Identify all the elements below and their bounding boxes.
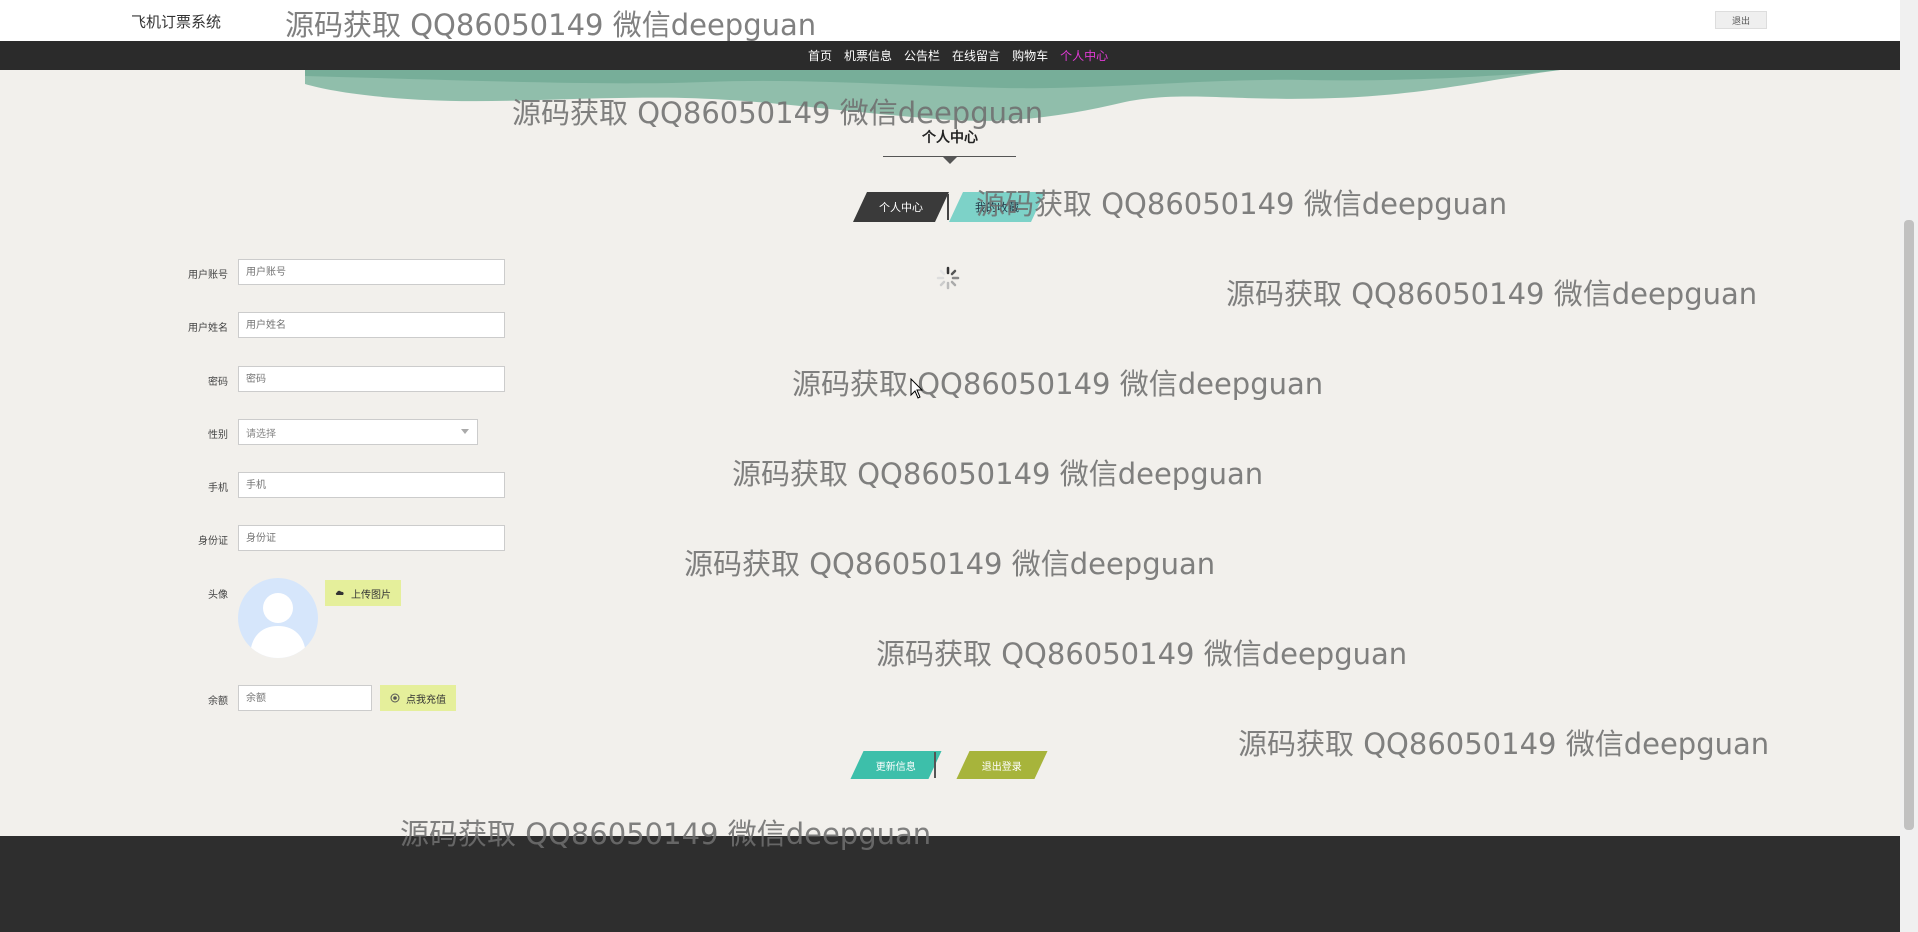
chevron-down-icon: [461, 429, 469, 434]
upload-image-label: 上传图片: [351, 589, 391, 601]
account-input[interactable]: [238, 259, 505, 285]
gender-select-value: 请选择: [246, 428, 276, 440]
tab-profile-label: 个人中心: [879, 201, 923, 214]
recharge-button[interactable]: 点我充值: [380, 685, 456, 711]
watermark: 源码获取 QQ86050149 微信deepguan: [400, 817, 932, 851]
gender-select[interactable]: 请选择: [238, 419, 478, 445]
nav-item-profile[interactable]: 个人中心: [1060, 47, 1108, 64]
update-info-button[interactable]: 更新信息: [850, 751, 942, 779]
gender-label: 性别: [208, 430, 228, 441]
watermark: 源码获取 QQ86050149 微信deepguan: [1226, 277, 1758, 311]
nav-item-messages[interactable]: 在线留言: [952, 47, 1000, 64]
balance-label: 余额: [208, 696, 228, 707]
avatar: [238, 578, 318, 658]
section-caret-icon: [942, 156, 958, 164]
watermark: 源码获取 QQ86050149 微信deepguan: [1238, 727, 1770, 761]
scrollbar-thumb[interactable]: [1904, 220, 1914, 830]
action-separator: [934, 752, 936, 778]
loading-spinner-icon: [936, 266, 960, 290]
tab-profile[interactable]: 个人中心: [853, 192, 949, 222]
password-label: 密码: [208, 377, 228, 388]
watermark: 源码获取 QQ86050149 微信deepguan: [512, 96, 1044, 130]
nav-item-cart[interactable]: 购物车: [1012, 47, 1048, 64]
mouse-cursor-icon: [910, 378, 924, 399]
nav-item-notices[interactable]: 公告栏: [904, 47, 940, 64]
cloud-upload-icon: [335, 590, 344, 595]
upload-image-button[interactable]: 上传图片: [325, 580, 401, 606]
footer: [0, 836, 1900, 932]
site-title: 飞机订票系统: [131, 13, 222, 31]
watermark: 源码获取 QQ86050149 微信deepguan: [732, 457, 1264, 491]
logout-label: 退出登录: [982, 761, 1022, 773]
tab-separator: [947, 194, 949, 220]
update-info-label: 更新信息: [876, 761, 916, 773]
watermark: 源码获取 QQ86050149 微信deepguan: [976, 187, 1508, 221]
recharge-label: 点我充值: [406, 694, 446, 706]
watermark: 源码获取 QQ86050149 微信deepguan: [792, 367, 1324, 401]
logout-button-top[interactable]: 退出: [1715, 11, 1767, 29]
nav-bar: 首页 机票信息 公告栏 在线留言 购物车 个人中心: [0, 41, 1900, 70]
idcard-label: 身份证: [198, 536, 228, 547]
watermark: 源码获取 QQ86050149 微信deepguan: [285, 8, 817, 42]
balance-input[interactable]: [238, 685, 372, 711]
name-label: 用户姓名: [188, 323, 228, 334]
avatar-label: 头像: [208, 590, 228, 601]
watermark: 源码获取 QQ86050149 微信deepguan: [684, 547, 1216, 581]
name-input[interactable]: [238, 312, 505, 338]
nav-item-home[interactable]: 首页: [808, 47, 832, 64]
watermark: 源码获取 QQ86050149 微信deepguan: [876, 637, 1408, 671]
idcard-input[interactable]: [238, 525, 505, 551]
password-input[interactable]: [238, 366, 505, 392]
phone-input[interactable]: [238, 472, 505, 498]
radio-dot-icon: [390, 693, 400, 703]
user-avatar-icon: [250, 593, 306, 658]
account-label: 用户账号: [188, 270, 228, 281]
nav-item-flights[interactable]: 机票信息: [844, 47, 892, 64]
phone-label: 手机: [208, 483, 228, 494]
logout-button[interactable]: 退出登录: [956, 751, 1048, 779]
